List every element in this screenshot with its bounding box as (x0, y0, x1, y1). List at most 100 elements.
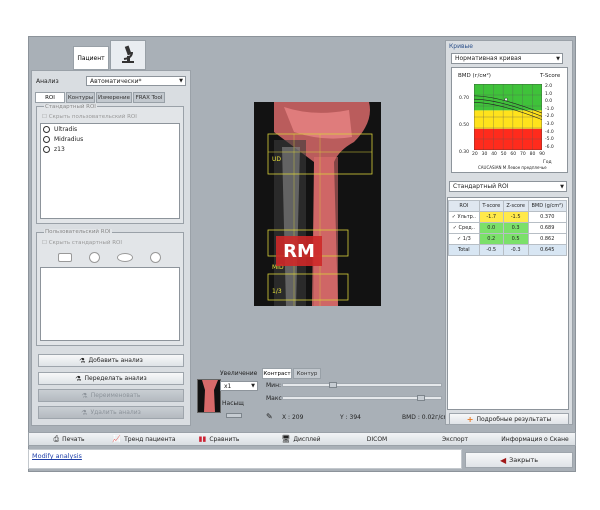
table-cell-zscore: -0.3 (502, 244, 529, 256)
compare-icon: ▮▮ (198, 435, 207, 443)
roi-item[interactable]: z13 (43, 146, 65, 153)
analysis-select[interactable]: Автоматически* ▼ (86, 76, 186, 86)
min-slider-thumb[interactable] (328, 382, 337, 388)
rename-label: Переименовать (90, 392, 141, 399)
zoom-select[interactable]: x1 ▼ (220, 381, 258, 391)
microscope-icon: ⚗ (75, 374, 82, 383)
export-button[interactable]: Экспорт (424, 433, 486, 445)
detailed-results-label: Подробные результаты (476, 415, 552, 423)
roi-item[interactable]: Midradius (43, 136, 83, 143)
pencil-icon[interactable]: ✎ (266, 412, 273, 421)
y-tick-label: 0.30 (459, 150, 470, 155)
bone-scan-image[interactable] (254, 102, 381, 306)
saturation-label: Насыщ (222, 400, 244, 407)
hide-standard-roi-checkbox[interactable]: ☐ Скрыть стандартный ROI (42, 240, 122, 246)
tab-measurement[interactable]: Измерение (96, 92, 132, 103)
printer-icon: ⎙ (53, 434, 60, 443)
roi-shape-circle-button[interactable] (89, 252, 100, 263)
y2-tick-label: -2.0 (545, 114, 554, 120)
max-slider[interactable] (282, 395, 442, 401)
close-button[interactable]: ◀ Закрыть (465, 452, 573, 468)
roi-item-label: Ultradis (54, 126, 78, 133)
custom-roi-title: Пользовательский ROI (44, 229, 112, 235)
tab-frax[interactable]: FRAX Tool (133, 92, 165, 103)
hide-standard-roi-label: Скрыть стандартный ROI (48, 240, 122, 246)
saturation-slider[interactable] (226, 413, 242, 418)
scan-info-button[interactable]: Информация о Скане (496, 433, 574, 445)
roi-label-third: 1/3 (272, 288, 282, 295)
roi-result-select[interactable]: Стандартный ROI ▼ (449, 181, 567, 192)
y-readout: Y : 394 (340, 414, 361, 421)
analysis-label: Анализ (36, 78, 59, 85)
detailed-results-button[interactable]: + Подробные результаты (449, 413, 569, 425)
delete-analysis-button[interactable]: ⚗ Удалить анализ (38, 406, 184, 419)
curve-select[interactable]: Нормативная кривая ▼ (451, 53, 563, 64)
column-header: T-score (478, 200, 504, 212)
table-header-row: ROI T-score Z-score BMD (g/cm²) (448, 200, 568, 212)
table-cell-tscore: 0.2 (478, 233, 504, 245)
add-analysis-label: Добавить анализ (88, 357, 143, 364)
tab-roi[interactable]: ROI (35, 92, 65, 103)
table-cell-roi: ✓ Ультр.. (448, 211, 480, 223)
thumbnail-image (202, 380, 218, 412)
compare-button[interactable]: ▮▮ Сравнить (188, 433, 250, 445)
thumbnail-preview[interactable] (197, 379, 221, 413)
x-tick-label: 40 (491, 152, 497, 157)
tab-contrast[interactable]: Контраст (262, 368, 292, 379)
dicom-button[interactable]: DICOM (346, 433, 408, 445)
max-slider-thumb[interactable] (416, 395, 425, 401)
table-row[interactable]: ✓ 1/3 0.2 0.5 0.862 (448, 233, 568, 245)
chevron-down-icon: ▼ (179, 78, 183, 84)
table-cell-roi: Total (448, 244, 480, 256)
roi-shape-rect-button[interactable] (58, 253, 72, 262)
print-button[interactable]: ⎙ Печать (36, 433, 102, 445)
x-tick-label: 30 (481, 152, 488, 157)
table-cell-zscore: -1.5 (502, 211, 529, 223)
curves-label: Кривые (449, 43, 473, 50)
tab-patient[interactable]: Пациент (73, 46, 109, 70)
roi-result-select-value: Стандартный ROI (453, 183, 509, 190)
tab-contours[interactable]: Контуры (66, 92, 95, 103)
table-row[interactable]: ✓ Ультр.. -1.7 -1.5 0.370 (448, 211, 568, 223)
table-row[interactable]: Total -0.5 -0.3 0.645 (448, 244, 568, 256)
rename-button[interactable]: ⚗ Переименовать (38, 389, 184, 402)
modify-analysis-link[interactable]: Modify analysis (32, 452, 82, 460)
y2-tick-label: -3.0 (545, 122, 554, 127)
microscope-icon: ⚗ (81, 408, 88, 417)
chart-caption: CAUCASIAN M Левое предплечье (478, 165, 547, 170)
display-button[interactable]: 🖥 Дисплей (270, 433, 332, 445)
min-slider[interactable] (282, 382, 442, 388)
microscope-icon: ⚗ (81, 391, 88, 400)
table-row[interactable]: ✓ Сред.. 0.0 0.3 0.689 (448, 222, 568, 234)
print-label: Печать (62, 435, 85, 443)
add-analysis-button[interactable]: ⚗ Добавить анализ (38, 354, 184, 367)
y2-tick-label: 0.0 (545, 99, 553, 105)
zoom-label: Увеличение (220, 370, 258, 377)
table-cell-bmd: 0.862 (527, 233, 568, 245)
min-label: Мин: (266, 382, 282, 389)
table-cell-zscore: 0.5 (502, 233, 529, 245)
standard-roi-title: Стандартный ROI (44, 104, 97, 110)
redo-analysis-button[interactable]: ⚗ Переделать анализ (38, 372, 184, 385)
column-header: Z-score (502, 200, 529, 212)
display-label: Дисплей (293, 435, 321, 443)
y2-tick-label: -5.0 (545, 137, 554, 143)
y2-tick-label: 1.0 (545, 91, 553, 97)
export-label: Экспорт (441, 435, 468, 443)
roi-item-label: Midradius (54, 136, 84, 143)
tab-contour[interactable]: Контур (293, 368, 321, 379)
x-tick-label: 50 (500, 152, 507, 157)
roi-shape-ellipse-button[interactable] (117, 253, 133, 262)
microscope-icon: ⚗ (79, 356, 86, 365)
tab-microscope[interactable] (110, 40, 146, 70)
plus-icon: + (466, 414, 474, 424)
hide-custom-roi-checkbox[interactable]: ☐ Скрыть пользовательский ROI (42, 114, 137, 120)
watermark-logo: RM (276, 236, 322, 266)
scan-info-label: Информация о Скане (501, 435, 569, 443)
y2-tick-label: 2.0 (545, 84, 553, 89)
roi-item[interactable]: Ultradis (43, 126, 77, 133)
y-tick-label: 0.50 (459, 123, 470, 128)
roi-shape-circle2-button[interactable] (150, 252, 161, 263)
patient-trend-button[interactable]: 📈 Тренд пациента (104, 433, 184, 445)
redo-analysis-label: Переделать анализ (84, 375, 147, 382)
